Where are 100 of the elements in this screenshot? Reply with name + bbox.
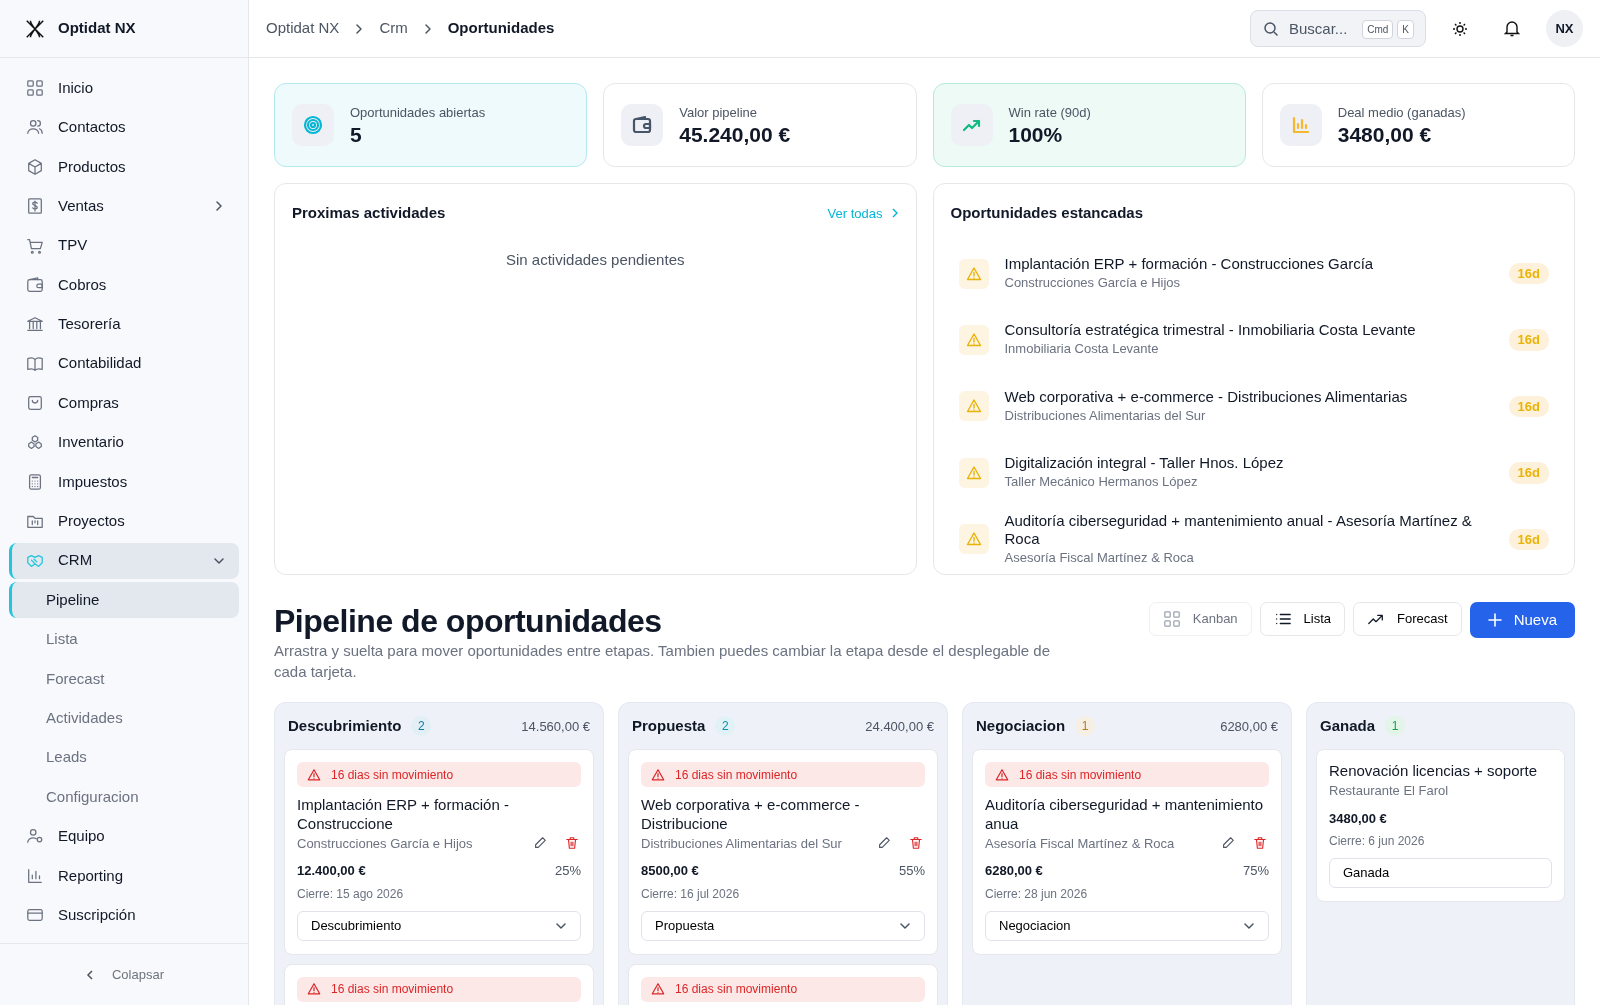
company-name: Construcciones García e Hijos: [1004, 273, 1182, 292]
sidebar-subitem[interactable]: Lista: [9, 621, 239, 658]
stale-alert: 16 dias sin movimiento: [641, 762, 925, 788]
app-name: Optidat NX: [58, 18, 136, 39]
view-tab[interactable]: Lista: [1259, 602, 1346, 636]
column-total: 14.560,00 €: [521, 717, 590, 736]
column-total: 24.400,00 €: [865, 717, 934, 736]
deal-title[interactable]: Web corporativa + e-commerce - Distribuciones Alimentarias: [1004, 387, 1493, 406]
company-name: Distribuciones Alimentarias del Sur: [1004, 406, 1207, 425]
company-name: Restaurante El Farol: [1329, 782, 1450, 801]
company-name: Asesoría Fiscal Martínez & Roca: [985, 834, 1176, 853]
view-tab[interactable]: Kanban: [1148, 602, 1252, 636]
sidebar-item[interactable]: Suscripción: [9, 897, 239, 934]
days-badge: 16d: [1508, 528, 1549, 550]
stage-select[interactable]: Ganada: [1329, 858, 1552, 889]
deal-title[interactable]: Consultoría estratégica trimestral - Inmobiliaria Costa Levante: [1004, 321, 1493, 340]
sidebar-subitem[interactable]: Actividades: [9, 700, 239, 737]
column-title: Negociacion: [976, 716, 1066, 737]
stage-select[interactable]: Negociacion: [985, 910, 1269, 941]
stale-alert: 16 dias sin movimiento: [641, 976, 925, 1002]
page-title: Pipeline de oportunidades: [274, 602, 663, 641]
sidebar-subitem[interactable]: Configuracion: [9, 779, 239, 816]
stat-label: Deal medio (ganadas): [1337, 103, 1466, 122]
stale-alert: 16 dias sin movimiento: [297, 762, 581, 788]
sidebar-item[interactable]: TPV: [9, 227, 239, 264]
sidebar-item[interactable]: Inventario: [9, 424, 239, 461]
days-badge: 16d: [1508, 329, 1549, 351]
company-name: Taller Mecánico Hermanos López: [1004, 473, 1199, 492]
close-date: Cierre: 16 jul 2026: [641, 885, 741, 903]
sidebar-item[interactable]: Tesorería: [9, 306, 239, 343]
sidebar-item[interactable]: Compras: [9, 385, 239, 422]
shortcut-key: K: [1397, 20, 1414, 39]
deal-title: Implantación ERP + formación - Construccione: [297, 796, 510, 834]
column-title: Descubrimiento: [288, 716, 402, 737]
stale-alert: 16 dias sin movimiento: [297, 976, 581, 1002]
breadcrumb-link[interactable]: Crm: [379, 17, 408, 40]
sidebar-subitem[interactable]: Forecast: [9, 660, 239, 697]
new-button[interactable]: Nueva: [1469, 602, 1575, 638]
stale-alert: 16 dias sin movimiento: [985, 762, 1269, 788]
deal-card[interactable]: 16 dias sin movimiento: [284, 963, 594, 1005]
count-badge: 1: [1385, 716, 1406, 737]
deal-title[interactable]: Auditoría ciberseguridad + mantenimiento anual - Asesoría Martínez & Roca: [1004, 511, 1493, 548]
sidebar-item[interactable]: Inicio: [9, 70, 239, 106]
column-total: 6280,00 €: [1220, 717, 1278, 736]
company-name: Construcciones García e Hijos: [297, 834, 474, 853]
probability: 25%: [554, 862, 581, 881]
company-name: Asesoría Fiscal Martínez & Roca: [1004, 548, 1195, 567]
breadcrumb-current: Oportunidades: [447, 18, 555, 39]
days-badge: 16d: [1508, 395, 1549, 418]
view-tab[interactable]: Forecast: [1353, 602, 1462, 636]
company-name: Distribuciones Alimentarias del Sur: [641, 834, 843, 853]
sidebar-item[interactable]: Cobros: [9, 266, 239, 303]
shortcut-key: Cmd: [1362, 20, 1394, 39]
deal-title: Auditoría ciberseguridad + mantenimiento anua: [985, 796, 1265, 834]
days-badge: 16d: [1508, 262, 1549, 285]
sidebar-item[interactable]: Equipo: [9, 818, 239, 855]
company-name: Inmobiliaria Costa Levante: [1004, 340, 1160, 359]
panel-title: Proximas actividades: [292, 203, 446, 223]
deal-card[interactable]: Renovación licencias + soporte Restaurante El Farol 3480,00 € Cierre: 6 jun 2026 Ganada: [1316, 749, 1565, 903]
days-badge: 16d: [1508, 462, 1549, 484]
stage-select[interactable]: Descubrimiento: [297, 910, 581, 941]
stat-label: Oportunidades abiertas: [350, 103, 486, 122]
stat-value: 3480,00 €: [1337, 122, 1433, 148]
column-title: Propuesta: [632, 716, 706, 737]
panel-title: Oportunidades estancadas: [950, 204, 1144, 221]
breadcrumb-link[interactable]: Optidat NX: [266, 17, 340, 40]
deal-title[interactable]: Implantación ERP + formación - Construcciones García: [1004, 254, 1493, 273]
stage-select[interactable]: Propuesta: [641, 910, 925, 941]
close-date: Cierre: 15 ago 2026: [297, 885, 405, 903]
stat-value: 100%: [1008, 122, 1064, 148]
deal-amount: 6280,00 €: [985, 862, 1043, 881]
sidebar-item[interactable]: Contactos: [9, 109, 239, 146]
sidebar-item[interactable]: Ventas: [9, 188, 239, 225]
deal-card[interactable]: 16 dias sin movimiento: [628, 963, 938, 1005]
stat-label: Win rate (90d): [1008, 103, 1091, 122]
sidebar-item[interactable]: Productos: [9, 148, 239, 185]
sidebar-item[interactable]: Impuestos: [9, 463, 239, 500]
count-badge: 1: [1075, 716, 1096, 737]
deal-amount: 3480,00 €: [1329, 809, 1387, 828]
deal-card[interactable]: 16 dias sin movimiento Auditoría ciberseguridad + mantenimiento anua Asesoría Fiscal Martínez & Roca 6280,00 € 75% Cierre: 28 jun 2026 Negociacion: [972, 749, 1282, 955]
close-date: Cierre: 28 jun 2026: [985, 885, 1089, 903]
deal-title: Renovación licencias + soporte: [1329, 762, 1539, 782]
sidebar-item[interactable]: Contabilidad: [9, 345, 239, 382]
user-avatar[interactable]: NX: [1546, 10, 1583, 47]
deal-amount: 8500,00 €: [641, 862, 699, 881]
sidebar-item[interactable]: Reporting: [9, 857, 239, 894]
count-badge: 2: [715, 716, 736, 737]
deal-title[interactable]: Digitalización integral - Taller Hnos. López: [1004, 454, 1493, 473]
deal-amount: 12.400,00 €: [297, 862, 366, 881]
sidebar-subitem[interactable]: Pipeline: [9, 582, 239, 619]
deal-title: Web corporativa + e-commerce - Distribucione: [641, 796, 861, 834]
sidebar-item[interactable]: CRM: [9, 542, 239, 579]
collapse-button[interactable]: Colapsar: [78, 963, 170, 986]
probability: 75%: [1242, 862, 1269, 881]
sidebar-subitem[interactable]: Leads: [9, 739, 239, 776]
sidebar-item[interactable]: Proyectos: [9, 503, 239, 540]
deal-card[interactable]: 16 dias sin movimiento Web corporativa + e-commerce - Distribucione Distribuciones Alimentarias del Sur 8500,00 € 55% Cierre: 16 jul 2026 Propuesta: [628, 749, 938, 955]
close-date: Cierre: 6 jun 2026: [1329, 833, 1426, 851]
stat-label: Valor pipeline: [679, 103, 759, 122]
deal-card[interactable]: 16 dias sin movimiento Implantación ERP + formación - Construccione Construcciones García e Hijos 12.400,00 € 25% Cierre: 15 ago 2026 Descubrimiento: [284, 749, 594, 955]
